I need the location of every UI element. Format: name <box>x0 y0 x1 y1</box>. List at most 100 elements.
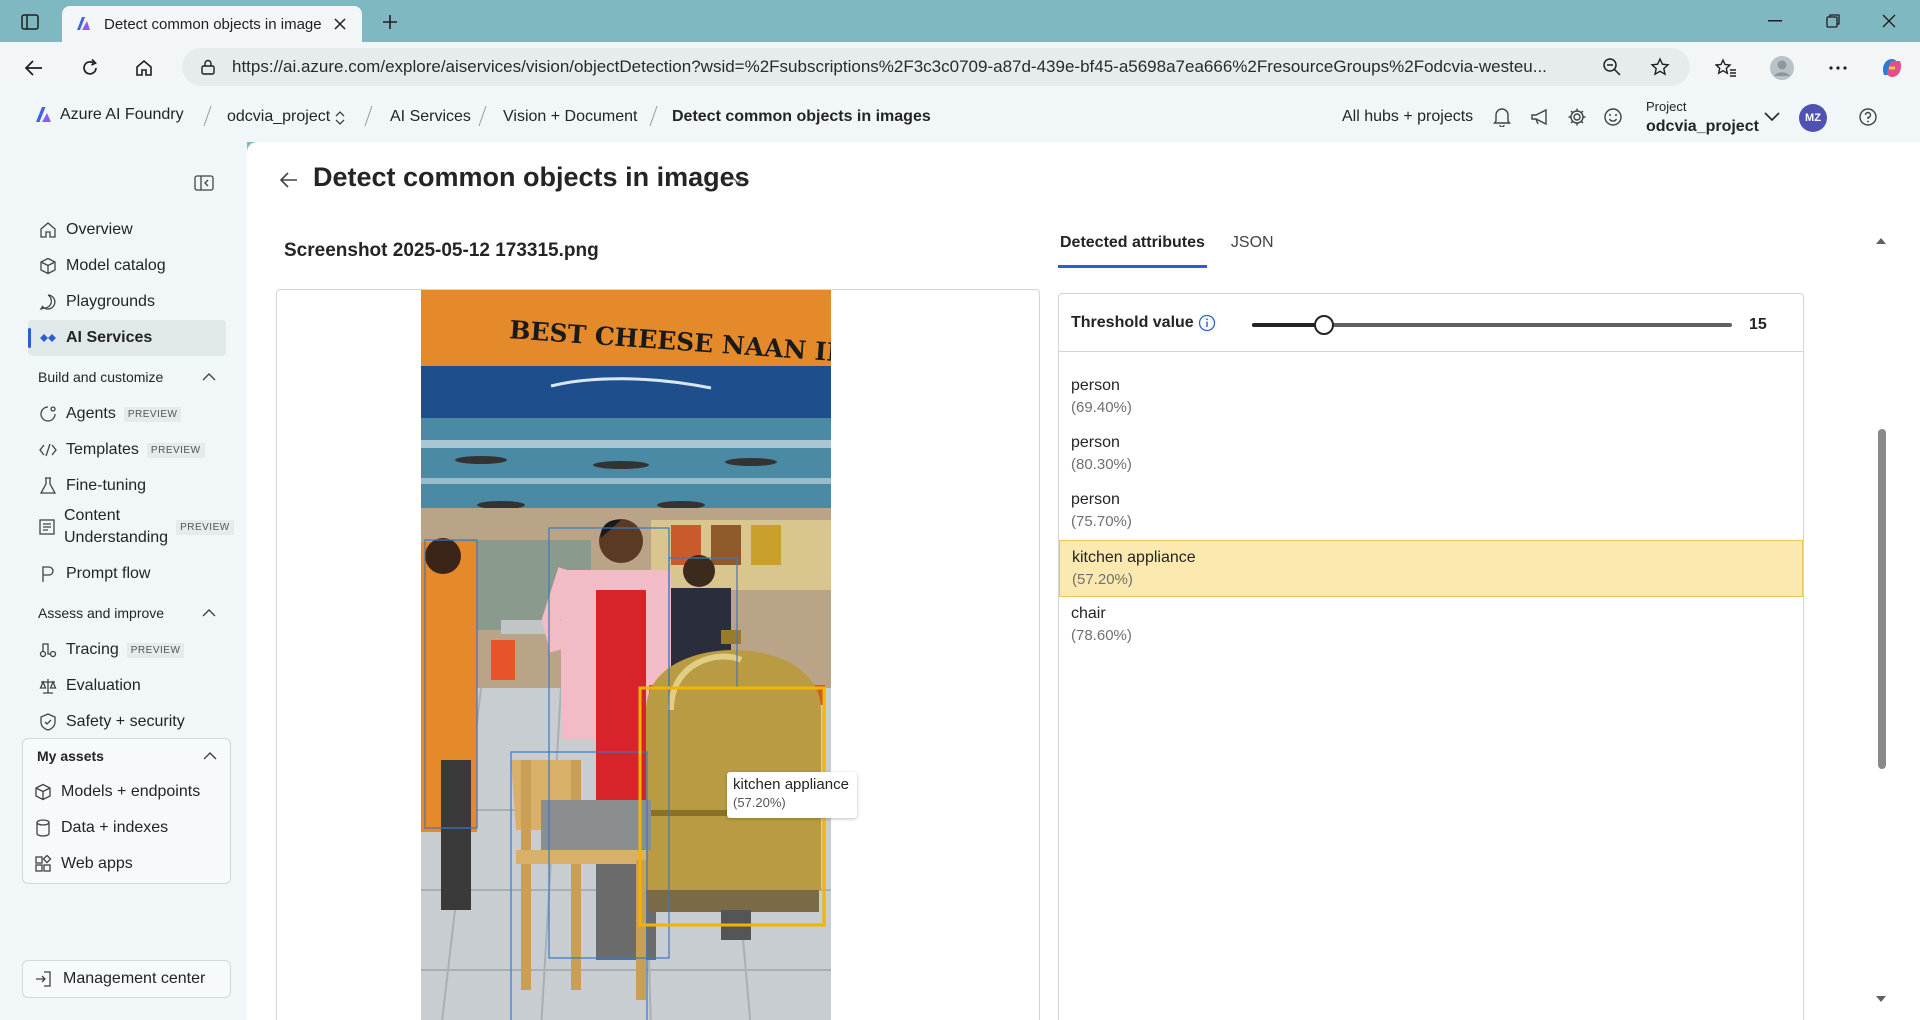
app-header: Azure AI Foundry odcvia_project AI Servi… <box>0 92 1920 142</box>
preview-badge: PREVIEW <box>146 442 205 458</box>
announcements-megaphone-icon[interactable] <box>1528 105 1552 129</box>
project-name[interactable]: odcvia_project <box>1646 118 1759 136</box>
refresh-icon[interactable] <box>74 52 106 84</box>
sidebar-item-label: Model catalog <box>66 257 166 274</box>
threshold-row: Threshold value 15 <box>1059 294 1803 352</box>
azure-ai-foundry-logo-icon <box>36 107 51 122</box>
zoom-icon[interactable] <box>1598 53 1626 81</box>
cube-icon <box>33 782 53 802</box>
minimize-icon[interactable] <box>1752 6 1798 36</box>
attribute-name: person <box>1071 491 1120 508</box>
sidebar-item-web-apps[interactable]: Web apps <box>33 847 133 881</box>
sidebar-item-tracing[interactable]: Tracing PREVIEW <box>28 632 226 668</box>
image-file-name: Screenshot 2025-05-12 173315.png <box>284 240 599 261</box>
settings-gear-icon[interactable] <box>1565 105 1589 129</box>
preview-badge: PREVIEW <box>126 642 185 658</box>
sidebar-item-fine-tuning[interactable]: Fine-tuning <box>28 468 226 504</box>
section-assess-and-improve[interactable]: Assess and improve <box>38 602 216 624</box>
analyzed-image: BEST CHEESE NAAN IN TOW <box>421 290 831 1020</box>
breadcrumb-separator <box>647 102 659 130</box>
attribute-name: chair <box>1071 605 1106 622</box>
back-icon[interactable] <box>18 52 50 84</box>
user-avatar[interactable]: MZ <box>1799 104 1827 132</box>
attribute-item[interactable]: person (75.70%) <box>1059 483 1803 540</box>
all-hubs-link[interactable]: All hubs + projects <box>1342 108 1473 126</box>
my-assets-header[interactable]: My assets <box>37 748 217 764</box>
sidebar-item-label: Evaluation <box>66 677 141 694</box>
preview-badge: PREVIEW <box>123 406 182 422</box>
sidebar-item-models-endpoints[interactable]: Models + endpoints <box>33 775 200 809</box>
attribute-item[interactable]: person (69.40%) <box>1059 369 1803 426</box>
sidebar-item-data-indexes[interactable]: Data + indexes <box>33 811 168 845</box>
attribute-list: person (69.40%) person (80.30%) person (75.70… <box>1059 369 1803 654</box>
attribute-confidence: (80.30%) <box>1071 456 1132 473</box>
project-dropdown-chevron-icon[interactable] <box>1760 105 1784 129</box>
sidebar-item-safety-security[interactable]: Safety + security <box>28 704 226 740</box>
project-switcher-icon[interactable] <box>334 110 346 126</box>
sidebar-item-model-catalog[interactable]: Model catalog <box>28 248 226 284</box>
my-assets-panel: My assets Models + endpoints Data + inde… <box>22 738 231 884</box>
management-center-button[interactable]: Management center <box>22 960 231 998</box>
page-scrollbar[interactable] <box>1875 234 1887 1020</box>
address-bar[interactable]: https://ai.azure.com/explore/aiservices/… <box>182 48 1690 86</box>
feedback-smiley-icon[interactable] <box>1601 105 1625 129</box>
attribute-item[interactable]: person (80.30%) <box>1059 426 1803 483</box>
sidebar-item-ai-services[interactable]: AI Services <box>28 320 226 356</box>
breadcrumb-vision-document[interactable]: Vision + Document <box>503 108 637 126</box>
collapse-nav-icon[interactable] <box>192 172 216 194</box>
threshold-slider[interactable] <box>1252 315 1732 335</box>
sign-in-arrow-icon <box>33 969 53 989</box>
browser-tab-bar: Detect common objects in images <box>0 0 1920 42</box>
sidebar-item-overview[interactable]: Overview <box>28 212 226 248</box>
sidebar-item-templates[interactable]: Templates PREVIEW <box>28 432 226 468</box>
scroll-down-arrow-icon[interactable] <box>1875 994 1887 1006</box>
sidebar-item-label: AI Services <box>66 329 153 346</box>
restore-icon[interactable] <box>1810 6 1856 36</box>
help-icon[interactable] <box>1856 105 1880 129</box>
title-chevron-down-icon[interactable] <box>731 174 745 188</box>
profile-icon[interactable] <box>1766 52 1798 84</box>
tab-detected-attributes[interactable]: Detected attributes <box>1058 234 1207 268</box>
sidebar-item-agents[interactable]: Agents PREVIEW <box>28 396 226 432</box>
sidebar-item-label: Fine-tuning <box>66 477 147 494</box>
new-tab-icon[interactable] <box>376 8 404 36</box>
tab-json[interactable]: JSON <box>1229 234 1276 268</box>
browser-toolbar: https://ai.azure.com/explore/aiservices/… <box>0 42 1920 92</box>
tab-actions-icon[interactable] <box>16 9 44 35</box>
close-window-icon[interactable] <box>1866 6 1912 36</box>
shield-icon <box>38 712 58 732</box>
home-icon <box>38 220 58 240</box>
document-icon <box>38 517 56 537</box>
restaurant-photo: BEST CHEESE NAAN IN TOW <box>421 290 831 1020</box>
back-arrow-icon[interactable] <box>277 168 301 192</box>
slider-thumb[interactable] <box>1314 315 1334 335</box>
close-tab-icon[interactable] <box>330 14 350 34</box>
info-icon[interactable] <box>1198 314 1216 332</box>
scrollbar-thumb[interactable] <box>1878 429 1886 769</box>
notifications-bell-icon[interactable] <box>1490 105 1514 129</box>
more-options-icon[interactable] <box>1822 52 1854 84</box>
brand-name: Azure AI Foundry <box>60 106 184 123</box>
home-button-icon[interactable] <box>128 52 160 84</box>
breadcrumb-ai-services[interactable]: AI Services <box>390 108 471 126</box>
sidebar-item-content-understanding[interactable]: Content Understanding PREVIEW <box>28 504 234 550</box>
brand[interactable]: Azure AI Foundry <box>34 106 184 124</box>
project-label: Project <box>1646 99 1687 114</box>
copilot-icon[interactable] <box>1876 52 1908 84</box>
lock-icon[interactable] <box>198 57 218 77</box>
apps-icon <box>33 854 53 874</box>
section-build-and-customize[interactable]: Build and customize <box>38 366 216 388</box>
sidebar-item-prompt-flow[interactable]: Prompt flow <box>28 556 226 592</box>
browser-tab[interactable]: Detect common objects in images <box>62 6 362 42</box>
attribute-item[interactable]: chair (78.60%) <box>1059 597 1803 654</box>
favorite-star-icon[interactable] <box>1646 53 1674 81</box>
breadcrumb-project[interactable]: odcvia_project <box>227 108 330 126</box>
threshold-value: 15 <box>1749 316 1767 333</box>
attribute-item[interactable]: kitchen appliance (57.20%) <box>1059 540 1803 597</box>
sidebar-item-evaluation[interactable]: Evaluation <box>28 668 226 704</box>
sidebar-item-playgrounds[interactable]: Playgrounds <box>28 284 226 320</box>
scroll-up-arrow-icon[interactable] <box>1875 234 1887 246</box>
favorites-icon[interactable] <box>1710 52 1742 84</box>
image-preview-card: BEST CHEESE NAAN IN TOW <box>276 289 1040 1020</box>
sidebar-item-label: Overview <box>66 221 133 238</box>
